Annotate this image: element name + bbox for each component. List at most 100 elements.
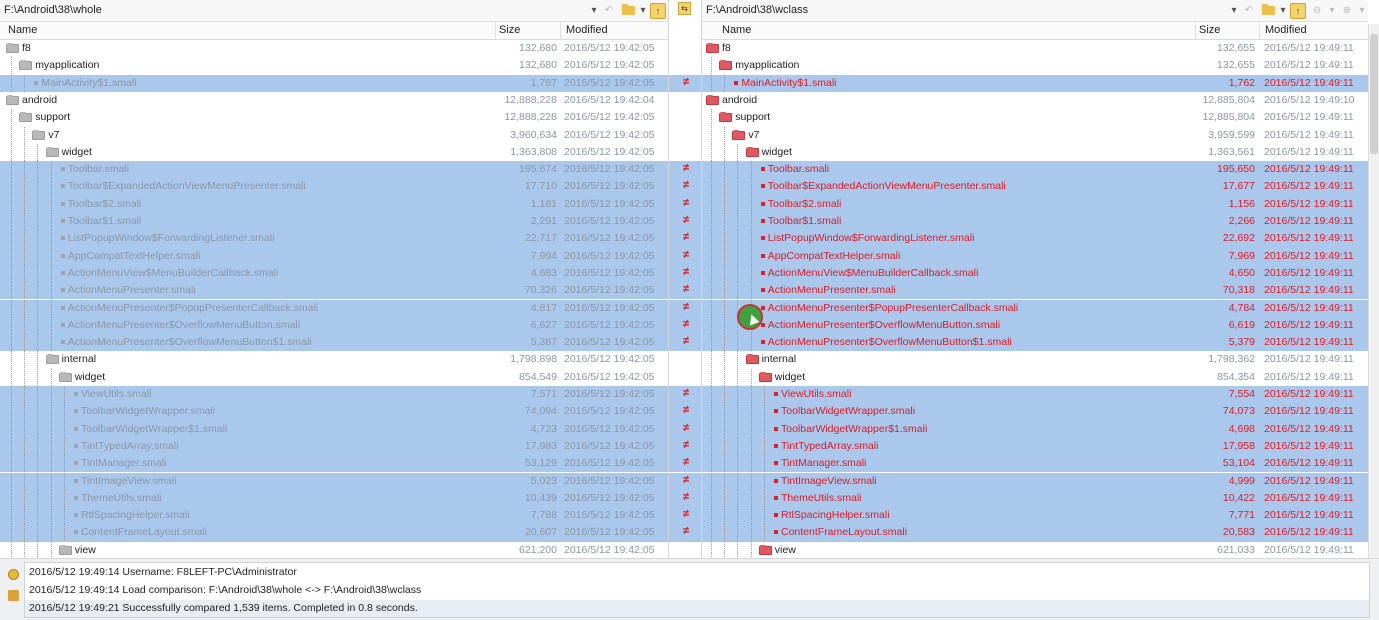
left-folder-row[interactable]: v7 3,960,634 2016/5/12 19:42:05: [0, 126, 668, 144]
left-file-row[interactable]: MainActivity$1.smali 1,787 2016/5/12 19:42…: [0, 74, 668, 92]
left-path-dropdown-icon[interactable]: ▾: [590, 3, 598, 19]
scrollbar-thumb[interactable]: [1370, 34, 1378, 154]
right-file-row[interactable]: ListPopupWindow$ForwardingListener.smali…: [702, 230, 1368, 248]
left-file-row[interactable]: ListPopupWindow$ForwardingListener.smali…: [0, 230, 668, 248]
left-folder-row[interactable]: widget 1,363,808 2016/5/12 19:42:05: [0, 143, 668, 161]
left-file-row[interactable]: RtlSpacingHelper.smali 7,788 2016/5/12 19:…: [0, 507, 668, 525]
right-item-size: 4,650: [1228, 266, 1255, 279]
right-folder-row[interactable]: android 12,885,804 2016/5/12 19:49:10: [702, 92, 1368, 109]
left-file-row[interactable]: TintTypedArray.smali 17,983 2016/5/12 19:4…: [0, 437, 668, 456]
right-folder-row[interactable]: widget 1,363,561 2016/5/12 19:49:11: [702, 143, 1368, 161]
vertical-scrollbar[interactable]: [1368, 24, 1379, 558]
left-file-row[interactable]: AppCompatTextHelper.smali 7,994 2016/5/12 …: [0, 247, 668, 265]
right-item-size: 20,583: [1222, 526, 1255, 539]
left-folder-row[interactable]: support 12,888,228 2016/5/12 19:42:05: [0, 109, 668, 127]
right-file-row[interactable]: ViewUtils.smali 7,554 2016/5/12 19:49:11: [702, 386, 1368, 404]
right-file-row[interactable]: Toolbar$2.smali 1,156 2016/5/12 19:49:11: [702, 195, 1368, 213]
left-col-size[interactable]: Size: [499, 24, 520, 36]
right-file-row[interactable]: MainActivity$1.smali 1,762 2016/5/12 19:49…: [702, 74, 1368, 92]
left-folder-row[interactable]: internal 1,798,898 2016/5/12 19:42:05: [0, 351, 668, 369]
right-file-row[interactable]: ActionMenuPresenter$OverflowMenuButton.s…: [702, 316, 1368, 335]
right-col-modified[interactable]: Modified: [1265, 24, 1307, 36]
right-file-row[interactable]: TintImageView.smali 4,999 2016/5/12 19:49:…: [702, 472, 1368, 490]
left-file-row[interactable]: ToolbarWidgetWrapper$1.smali 4,723 2016/5/…: [0, 420, 668, 438]
right-item-modified: 2016/5/12 19:49:11: [1264, 526, 1354, 539]
swap-sides-icon[interactable]: ⇆: [678, 2, 691, 15]
right-file-row[interactable]: ActionMenuPresenter$OverflowMenuButton$1…: [702, 334, 1368, 352]
left-file-row[interactable]: Toolbar$1.smali 2,291 2016/5/12 19:42:05: [0, 213, 668, 231]
right-file-row[interactable]: AppCompatTextHelper.smali 7,969 2016/5/12 …: [702, 247, 1368, 265]
left-up-folder-icon[interactable]: ↑: [650, 2, 666, 19]
settings-icon[interactable]: [8, 569, 19, 580]
right-folder-row[interactable]: widget 854,354 2016/5/12 19:49:11: [702, 368, 1368, 386]
right-file-row[interactable]: ToolbarWidgetWrapper.smali 74,073 2016/5/1…: [702, 403, 1368, 421]
right-folder-row[interactable]: view 621,033 2016/5/12 19:49:11: [702, 541, 1368, 558]
right-item-modified: 2016/5/12 19:49:11: [1264, 42, 1354, 54]
right-folder-row[interactable]: myapplication 132,655 2016/5/12 19:49:11: [702, 57, 1368, 75]
right-up-folder-icon[interactable]: ↑: [1290, 2, 1306, 19]
left-file-row[interactable]: Toolbar.smali 195,674 2016/5/12 19:42:05: [0, 161, 668, 179]
left-file-row[interactable]: ActionMenuPresenter$PopupPresenterCallba…: [0, 299, 668, 317]
right-forward-dropdown-icon[interactable]: ▾: [1358, 3, 1366, 19]
left-folder-row[interactable]: widget 854,549 2016/5/12 19:42:05: [0, 368, 668, 386]
right-col-separator[interactable]: [1259, 22, 1260, 39]
right-back-dropdown-icon[interactable]: ▾: [1328, 3, 1336, 19]
right-browse-folder-icon[interactable]: [1260, 3, 1276, 19]
right-file-row[interactable]: ActionMenuPresenter$PopupPresenterCallba…: [702, 299, 1368, 317]
right-col-name[interactable]: Name: [722, 24, 751, 36]
right-forward-icon[interactable]: ⊕: [1339, 3, 1355, 19]
left-file-row[interactable]: ActionMenuView$MenuBuilderCallback.smali…: [0, 264, 668, 283]
right-item-label: android: [722, 93, 758, 106]
left-file-row[interactable]: ActionMenuPresenter$OverflowMenuButton.s…: [0, 316, 668, 335]
right-history-icon[interactable]: ↶: [1241, 3, 1257, 19]
left-browse-folder-icon[interactable]: [620, 3, 636, 19]
left-file-row[interactable]: TintManager.smali 53,129 2016/5/12 19:42:0…: [0, 455, 668, 473]
left-file-row[interactable]: ToolbarWidgetWrapper.smali 74,094 2016/5/1…: [0, 403, 668, 421]
left-file-row[interactable]: ViewUtils.smali 7,571 2016/5/12 19:42:05: [0, 386, 668, 404]
right-back-icon[interactable]: ⊖: [1309, 3, 1325, 19]
left-folder-row[interactable]: f8 132,680 2016/5/12 19:42:05: [0, 40, 668, 57]
left-col-name[interactable]: Name: [8, 24, 37, 36]
right-folder-row[interactable]: support 12,885,804 2016/5/12 19:49:11: [702, 109, 1368, 127]
right-folder-row[interactable]: f8 132,655 2016/5/12 19:49:11: [702, 40, 1368, 57]
right-file-row[interactable]: TintManager.smali 53,104 2016/5/12 19:49:1…: [702, 455, 1368, 473]
left-item-size: 1,181: [530, 197, 557, 210]
left-file-row[interactable]: TintImageView.smali 5,023 2016/5/12 19:42:…: [0, 472, 668, 490]
left-item-size: 70,326: [524, 284, 557, 297]
left-col-separator[interactable]: [560, 22, 561, 39]
left-folder-row[interactable]: myapplication 132,680 2016/5/12 19:42:05: [0, 57, 668, 75]
right-file-row[interactable]: ActionMenuPresenter.smali 70,318 2016/5/12…: [702, 282, 1368, 300]
right-file-row[interactable]: Toolbar.smali 195,650 2016/5/12 19:49:11: [702, 161, 1368, 179]
right-file-row[interactable]: RtlSpacingHelper.smali 7,771 2016/5/12 19:…: [702, 507, 1368, 525]
right-col-separator[interactable]: [1195, 22, 1196, 39]
right-path-text[interactable]: F:\Android\38\wclass: [706, 4, 808, 16]
right-folder-row[interactable]: v7 3,959,599 2016/5/12 19:49:11: [702, 126, 1368, 144]
left-file-row[interactable]: ActionMenuPresenter$OverflowMenuButton$1…: [0, 334, 668, 352]
right-file-row[interactable]: Toolbar$ExpandedActionViewMenuPresenter.…: [702, 178, 1368, 196]
right-file-row[interactable]: TintTypedArray.smali 17,958 2016/5/12 19:4…: [702, 437, 1368, 456]
file-bullet-icon: [74, 443, 78, 448]
right-file-row[interactable]: ActionMenuView$MenuBuilderCallback.smali…: [702, 264, 1368, 283]
right-folder-row[interactable]: internal 1,798,362 2016/5/12 19:49:11: [702, 351, 1368, 369]
left-path-text[interactable]: F:\Android\38\whole: [4, 4, 102, 16]
left-file-row[interactable]: Toolbar$2.smali 1,181 2016/5/12 19:42:05: [0, 195, 668, 213]
right-file-row[interactable]: ContentFrameLayout.smali 20,583 2016/5/12 …: [702, 524, 1368, 542]
left-file-row[interactable]: ThemeUtils.smali 10,439 2016/5/12 19:42:05: [0, 489, 668, 508]
right-file-row[interactable]: Toolbar$1.smali 2,266 2016/5/12 19:49:11: [702, 213, 1368, 231]
left-item-size: 12,888,228: [504, 111, 557, 124]
left-browse-dropdown-icon[interactable]: ▾: [639, 3, 647, 19]
right-path-dropdown-icon[interactable]: ▾: [1230, 3, 1238, 19]
left-file-row[interactable]: Toolbar$ExpandedActionViewMenuPresenter.…: [0, 178, 668, 196]
right-col-size[interactable]: Size: [1199, 24, 1220, 36]
left-file-row[interactable]: ContentFrameLayout.smali 20,607 2016/5/12 …: [0, 524, 668, 542]
left-history-icon[interactable]: ↶: [601, 3, 617, 19]
left-file-row[interactable]: ActionMenuPresenter.smali 70,326 2016/5/12…: [0, 282, 668, 300]
left-col-separator[interactable]: [495, 22, 496, 39]
right-file-row[interactable]: ThemeUtils.smali 10,422 2016/5/12 19:49:11: [702, 489, 1368, 508]
left-col-modified[interactable]: Modified: [566, 24, 608, 36]
left-folder-row[interactable]: view 621,200 2016/5/12 19:42:05: [0, 541, 668, 558]
left-folder-row[interactable]: android 12,888,228 2016/5/12 19:42:04: [0, 92, 668, 109]
save-icon[interactable]: [8, 590, 19, 601]
right-browse-dropdown-icon[interactable]: ▾: [1279, 3, 1287, 19]
right-file-row[interactable]: ToolbarWidgetWrapper$1.smali 4,698 2016/5/…: [702, 420, 1368, 438]
